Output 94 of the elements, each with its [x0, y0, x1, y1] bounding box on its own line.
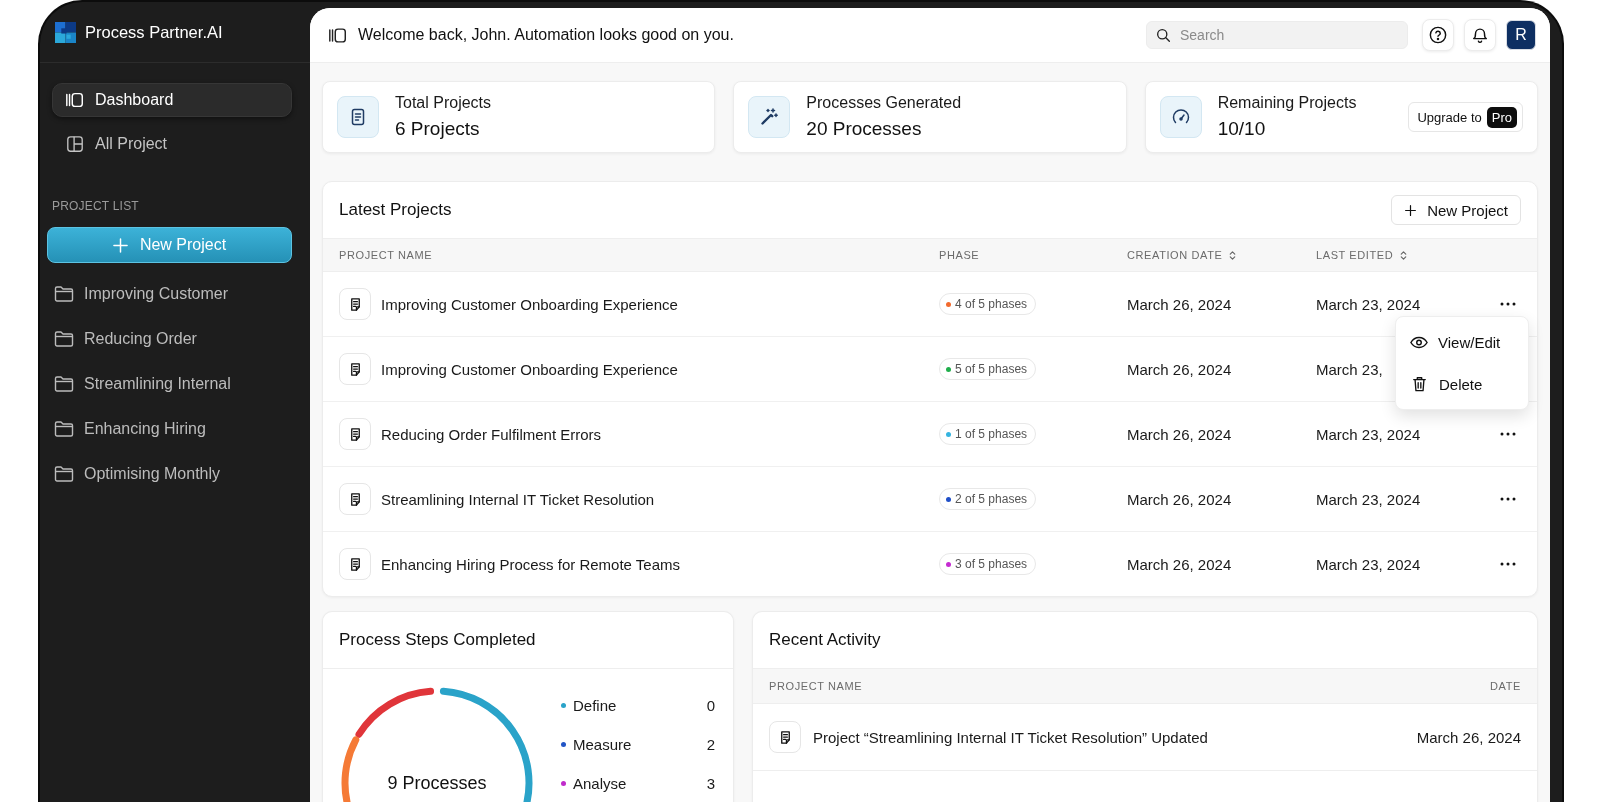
document-icon: [337, 96, 379, 138]
phase-label: 3 of 5 phases: [955, 557, 1028, 572]
table-cell: March 26, 2024: [1127, 295, 1232, 313]
table-cell: March 26, 2024: [1416, 728, 1521, 746]
sort-icon[interactable]: [1399, 249, 1409, 261]
project-item[interactable]: Reducing Order: [54, 316, 205, 361]
phase-label: 1 of 5 phases: [955, 427, 1028, 442]
column-header: LAST EDITED: [1316, 249, 1394, 261]
table-cell: March 23, 2024: [1316, 425, 1421, 443]
logo-icon: [55, 21, 76, 43]
table-cell: March 26, 2024: [1127, 490, 1232, 508]
column-header: DATE: [1490, 680, 1521, 692]
table-cell: March 23, 2024: [1316, 295, 1421, 313]
phase-label: 4 of 5 phases: [955, 297, 1028, 312]
plus-icon: [1404, 203, 1418, 217]
column-header: PROJECT NAME: [769, 680, 863, 692]
legend-count: 2: [706, 736, 715, 753]
project-item[interactable]: Optimising Monthly: [54, 451, 229, 496]
folder-icon: [54, 419, 74, 438]
phase-label: 5 of 5 phases: [955, 362, 1028, 377]
section-title: PROJECT LIST: [52, 199, 139, 213]
table-cell: March 23, 2024: [1316, 490, 1421, 508]
project-name: Streamlining Internal IT Ticket Resolution: [381, 490, 655, 508]
more-icon: [1500, 562, 1516, 566]
table-cell: March 26, 2024: [1127, 425, 1232, 443]
card-title: Process Steps Completed: [339, 630, 536, 650]
activity-text: Project “Streamlining Internal IT Ticket Resolution” Updated: [813, 728, 1208, 746]
stat-title: Remaining Projects: [1217, 94, 1357, 112]
document-icon: [769, 721, 801, 753]
table-cell: March 26, 2024: [1127, 555, 1232, 573]
table-cell: March 23, 2024: [1316, 555, 1421, 573]
project-name: Improving Customer Onboarding Experience: [381, 295, 678, 313]
folder-icon: [54, 329, 74, 348]
wand-icon: [748, 96, 791, 138]
search-field[interactable]: Search: [1146, 21, 1408, 49]
notifications-button[interactable]: [1464, 19, 1496, 51]
project-item[interactable]: Streamlining Internal: [54, 361, 239, 406]
more-icon: [1500, 302, 1516, 306]
panel-icon: [65, 91, 85, 109]
nav-item[interactable]: Dashboard: [52, 83, 292, 117]
eye-icon: [1410, 335, 1428, 349]
help-button[interactable]: [1422, 19, 1454, 51]
panel-icon[interactable]: [328, 26, 348, 44]
stat-value: 10/10: [1217, 118, 1266, 140]
stat-title: Total Projects: [395, 94, 492, 112]
legend-count: 3: [706, 775, 715, 792]
avatar[interactable]: R: [1506, 20, 1536, 50]
stat-value: 6 Projects: [395, 118, 480, 140]
menu-item[interactable]: View/Edit: [1396, 321, 1528, 363]
document-icon: [339, 483, 371, 515]
trash-icon: [1412, 376, 1427, 392]
legend-label: Measure: [573, 736, 632, 753]
project-name: Enhancing Hiring Process for Remote Teams: [381, 555, 681, 573]
project-name: Reducing Order Fulfilment Errors: [381, 425, 602, 443]
folder-icon: [54, 464, 74, 483]
gauge-icon: [1159, 96, 1202, 138]
document-icon: [339, 288, 371, 320]
new-project-button[interactable]: New Project: [1391, 195, 1521, 225]
layout-icon: [65, 135, 85, 153]
project-name: Improving Customer Onboarding Experience: [381, 360, 678, 378]
card-title: Latest Projects: [339, 200, 452, 220]
project-item[interactable]: Enhancing Hiring: [54, 406, 214, 451]
legend-label: Analyse: [573, 775, 627, 792]
help-icon: [1429, 26, 1447, 44]
more-icon: [1500, 497, 1516, 501]
column-header: CREATION DATE: [1127, 249, 1223, 261]
upgrade-button[interactable]: Upgrade to Pro: [1408, 102, 1523, 132]
stat-title: Processes Generated: [806, 94, 962, 112]
app-name: Process Partner.AI: [85, 22, 223, 42]
card-title: Recent Activity: [769, 630, 881, 650]
column-header: PROJECT NAME: [339, 249, 433, 261]
menu-item[interactable]: Delete: [1396, 363, 1528, 405]
nav-item[interactable]: All Project: [52, 127, 292, 161]
stat-value: 20 Processes: [806, 118, 922, 140]
donut-total: 9 Processes: [387, 773, 487, 794]
phase-label: 2 of 5 phases: [955, 492, 1028, 507]
plus-icon: [112, 237, 128, 253]
column-header: PHASE: [939, 249, 980, 261]
greeting-text: Welcome back, John. Automation looks good on you.: [358, 26, 734, 44]
search-icon: [1156, 28, 1171, 43]
bell-icon: [1471, 26, 1489, 44]
document-icon: [339, 418, 371, 450]
folder-icon: [54, 284, 74, 303]
pro-badge: Pro: [1486, 106, 1517, 128]
table-cell: March 26, 2024: [1127, 360, 1232, 378]
legend-label: Define: [573, 697, 617, 714]
document-icon: [339, 353, 371, 385]
folder-icon: [54, 374, 74, 393]
project-item[interactable]: Improving Customer: [54, 271, 237, 316]
legend-count: 0: [706, 697, 715, 714]
sort-icon[interactable]: [1228, 249, 1238, 261]
table-cell: March 23,: [1316, 360, 1383, 378]
more-icon: [1500, 432, 1516, 436]
document-icon: [339, 548, 371, 580]
